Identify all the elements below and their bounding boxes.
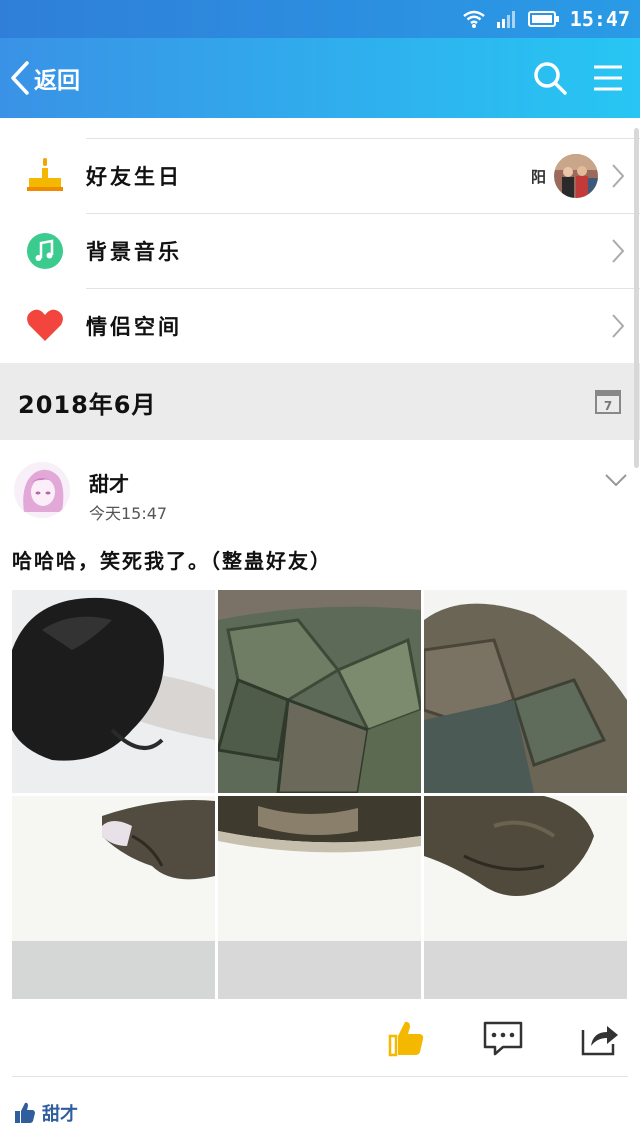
thumbs-up-icon bbox=[15, 1102, 35, 1123]
author-avatar[interactable] bbox=[14, 462, 70, 518]
wifi-icon bbox=[463, 10, 485, 28]
battery-icon bbox=[527, 11, 559, 27]
search-icon[interactable] bbox=[530, 58, 570, 98]
photo-thumbnail[interactable] bbox=[218, 796, 421, 999]
menu-icon[interactable] bbox=[588, 58, 628, 98]
back-label: 返回 bbox=[34, 68, 80, 94]
share-icon[interactable] bbox=[577, 1018, 621, 1058]
comment-icon[interactable] bbox=[481, 1018, 525, 1058]
likes-row: 甜才 bbox=[14, 1100, 78, 1126]
menu-item-background-music[interactable]: 背景音乐 bbox=[0, 214, 640, 288]
nav-bar: 返回 bbox=[0, 38, 640, 118]
birthday-friend: 阳 bbox=[531, 154, 598, 198]
cake-icon bbox=[24, 155, 66, 197]
date-header-label: 2018年6月 bbox=[18, 391, 157, 419]
chevron-down-icon[interactable] bbox=[602, 468, 630, 492]
date-header: 2018年6月 bbox=[0, 363, 640, 440]
birthday-friend-name: 阳 bbox=[530, 167, 546, 186]
photo-thumbnail[interactable] bbox=[12, 796, 215, 999]
back-button[interactable]: 返回 bbox=[8, 56, 80, 100]
photo-grid bbox=[12, 590, 627, 999]
divider bbox=[12, 1076, 628, 1077]
calendar-icon[interactable]: 7 bbox=[595, 388, 621, 414]
photo-thumbnail[interactable] bbox=[424, 590, 627, 793]
birthday-friend-avatar bbox=[554, 154, 598, 198]
chevron-right-icon bbox=[612, 314, 625, 338]
status-indicators: 15:47 bbox=[462, 6, 630, 32]
photo-thumbnail[interactable] bbox=[424, 796, 627, 999]
signal-icon bbox=[496, 11, 515, 28]
post-text: 哈哈哈，笑死我了。（整蛊好友） bbox=[12, 549, 332, 573]
feature-menu: 好友生日 阳 背景音乐 情侣空间 bbox=[0, 118, 640, 363]
scrollbar[interactable] bbox=[634, 128, 639, 468]
menu-item-friend-birthday[interactable]: 好友生日 阳 bbox=[0, 139, 640, 213]
post-author-name[interactable]: 甜才 bbox=[89, 468, 129, 497]
menu-item-label: 情侣空间 bbox=[86, 315, 182, 339]
photo-thumbnail[interactable] bbox=[218, 590, 421, 793]
menu-item-couple-space[interactable]: 情侣空间 bbox=[0, 289, 640, 363]
calendar-day: 7 bbox=[604, 399, 612, 413]
status-time: 15:47 bbox=[569, 7, 630, 31]
liker-name[interactable]: 甜才 bbox=[42, 1100, 78, 1126]
menu-item-label: 背景音乐 bbox=[86, 240, 182, 264]
chevron-right-icon bbox=[612, 239, 625, 263]
chevron-right-icon bbox=[612, 164, 625, 188]
photo-thumbnail[interactable] bbox=[12, 590, 215, 793]
music-icon bbox=[24, 230, 66, 272]
post-timestamp: 今天15:47 bbox=[89, 504, 168, 523]
heart-icon bbox=[24, 305, 66, 347]
chevron-left-icon bbox=[11, 61, 29, 95]
menu-item-label: 好友生日 bbox=[86, 165, 182, 189]
like-icon[interactable] bbox=[384, 1018, 428, 1058]
status-bar: 15:47 bbox=[0, 0, 640, 38]
